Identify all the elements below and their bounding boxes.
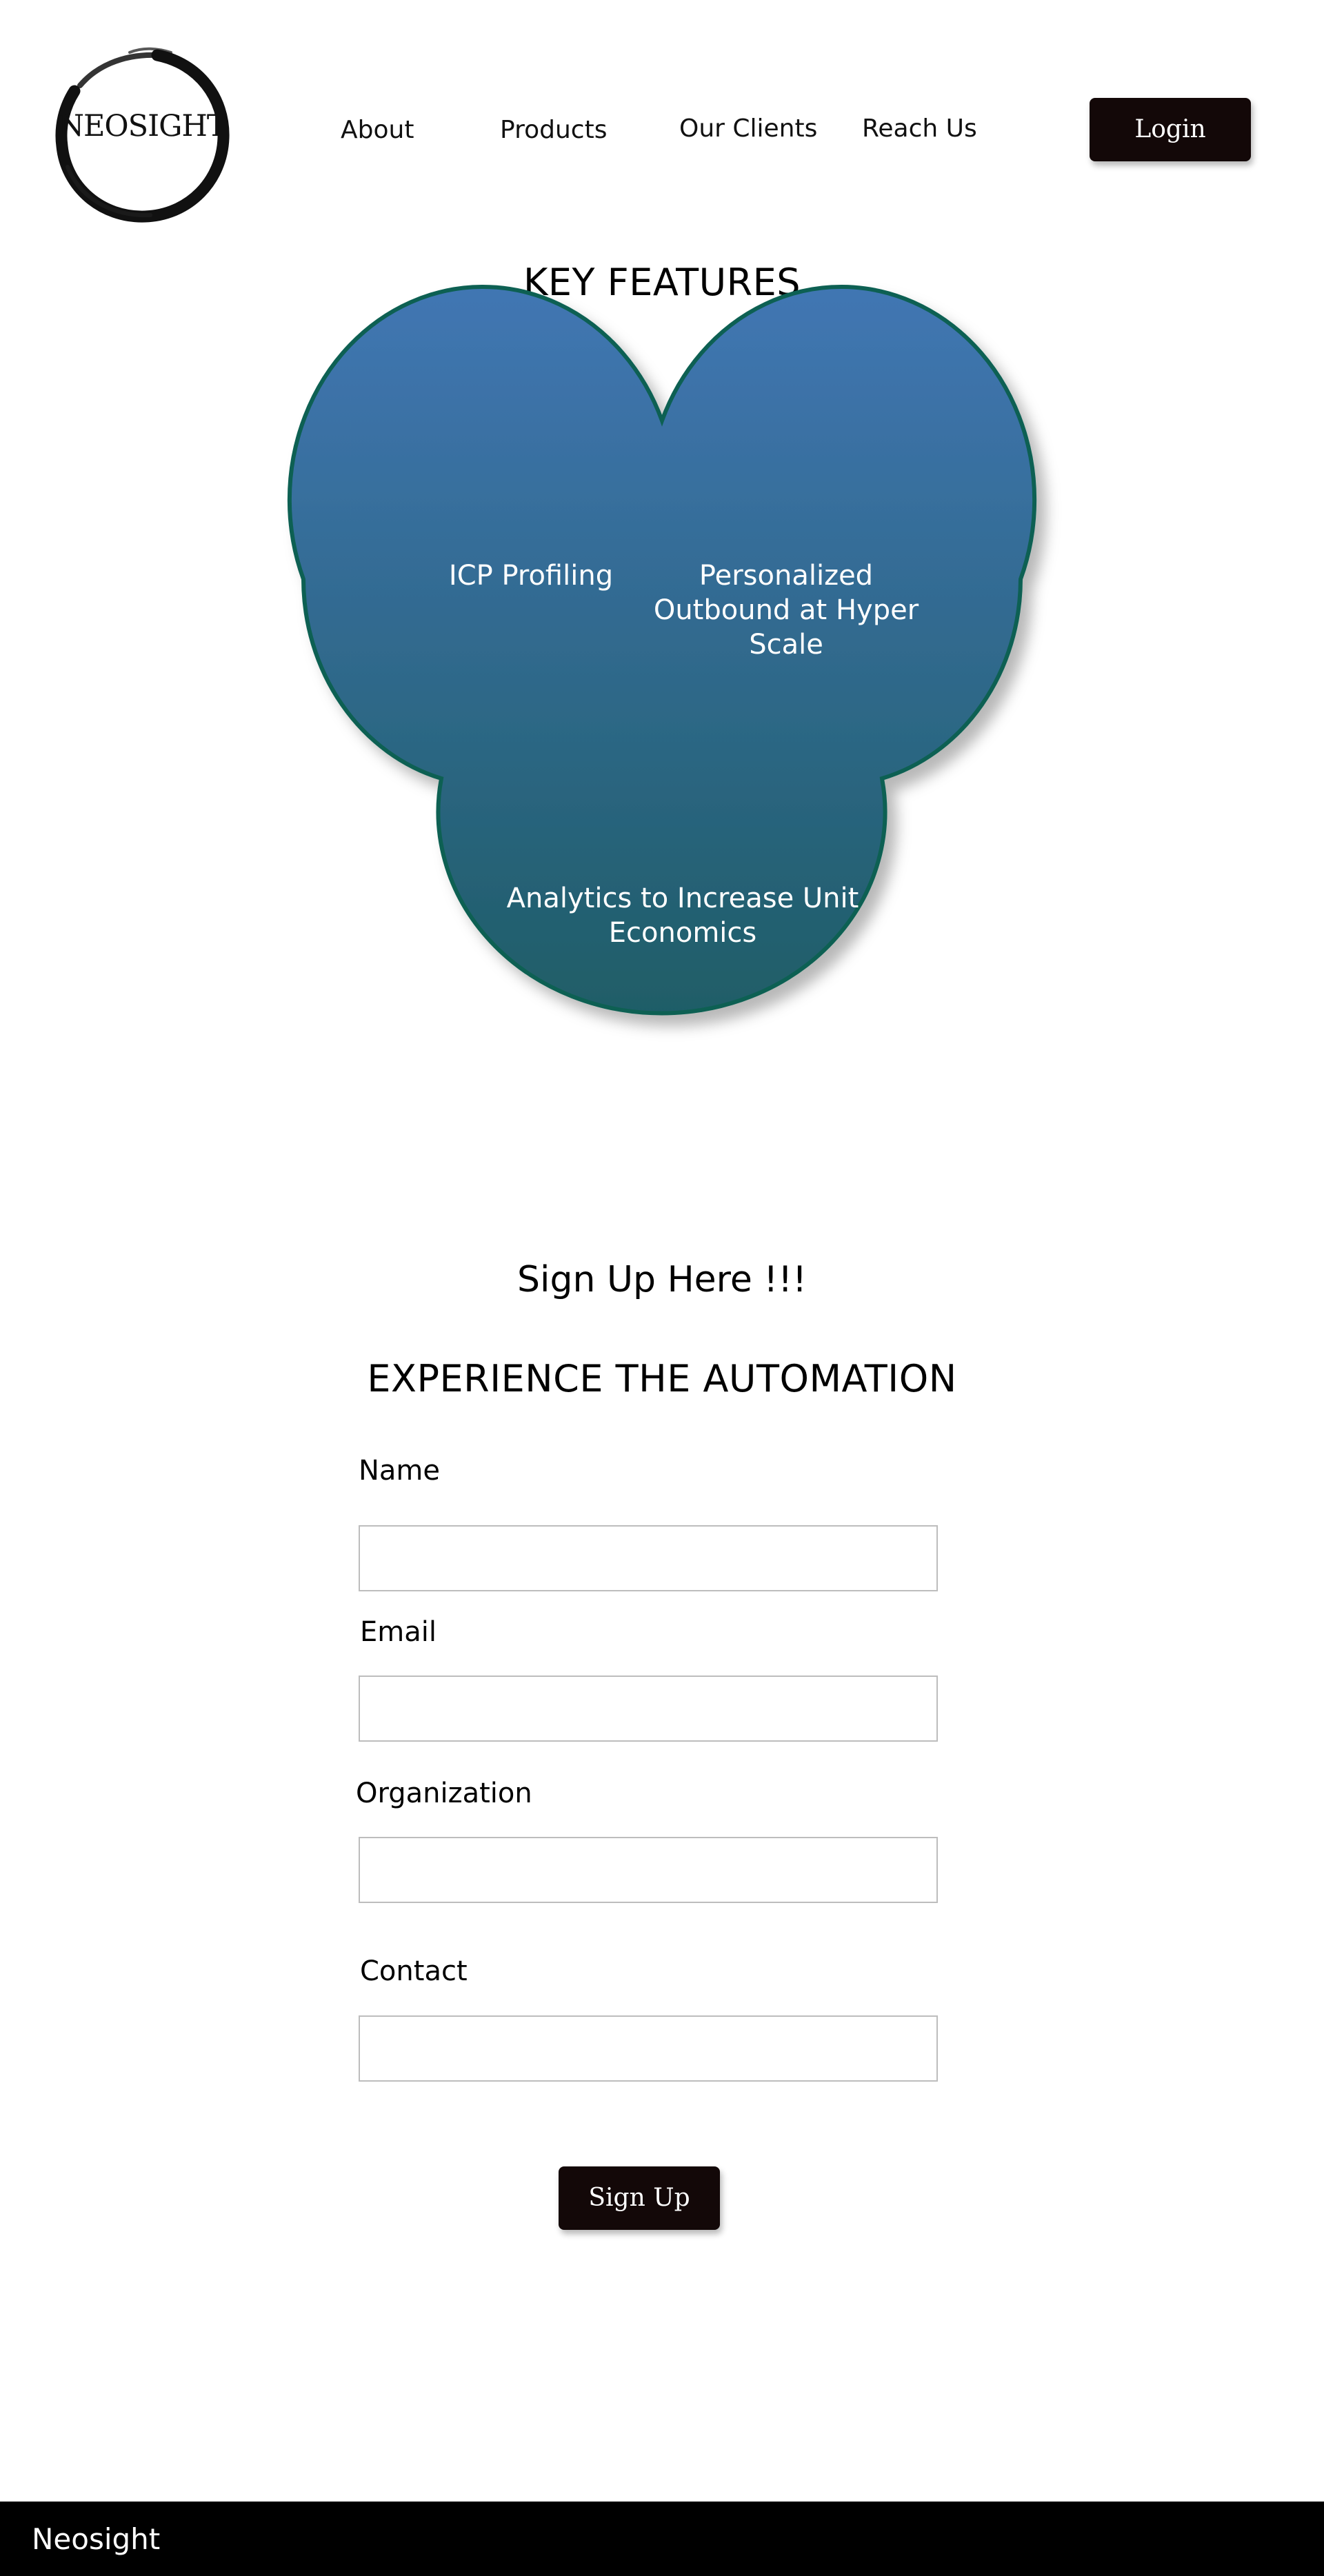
footer: Neosight xyxy=(0,2502,1324,2576)
nav-our-clients[interactable]: Our Clients xyxy=(679,114,817,143)
organization-label: Organization xyxy=(356,1778,532,1809)
nav-about[interactable]: About xyxy=(341,116,414,144)
nav-products[interactable]: Products xyxy=(500,116,607,144)
email-label: Email xyxy=(360,1616,437,1648)
name-label: Name xyxy=(359,1455,441,1487)
feature-analytics: Analytics to Increase Unit Economics xyxy=(506,883,859,949)
organization-field[interactable] xyxy=(359,1837,938,1903)
login-button[interactable]: Login xyxy=(1090,98,1251,161)
feature-personalized-outbound: Personalized Outbound at Hyper Scale xyxy=(653,560,919,661)
nav-reach-us[interactable]: Reach Us xyxy=(862,114,977,143)
contact-field[interactable] xyxy=(359,2015,938,2082)
experience-automation-heading: EXPERIENCE THE AUTOMATION xyxy=(367,1357,957,1400)
contact-label: Contact xyxy=(360,1955,468,1987)
features-venn-diagram: ICP Profiling Personalized Outbound at H… xyxy=(287,285,1062,1076)
logo-text: NEOSIGHT xyxy=(58,109,226,143)
signup-heading: Sign Up Here !!! xyxy=(517,1259,807,1300)
name-field[interactable] xyxy=(359,1525,938,1591)
feature-icp-profiling: ICP Profiling xyxy=(448,560,614,592)
footer-brand: Neosight xyxy=(32,2522,161,2556)
key-features-title: KEY FEATURES xyxy=(523,261,801,304)
sign-up-button[interactable]: Sign Up xyxy=(559,2166,720,2230)
email-field[interactable] xyxy=(359,1676,938,1742)
logo[interactable]: NEOSIGHT xyxy=(54,43,230,223)
